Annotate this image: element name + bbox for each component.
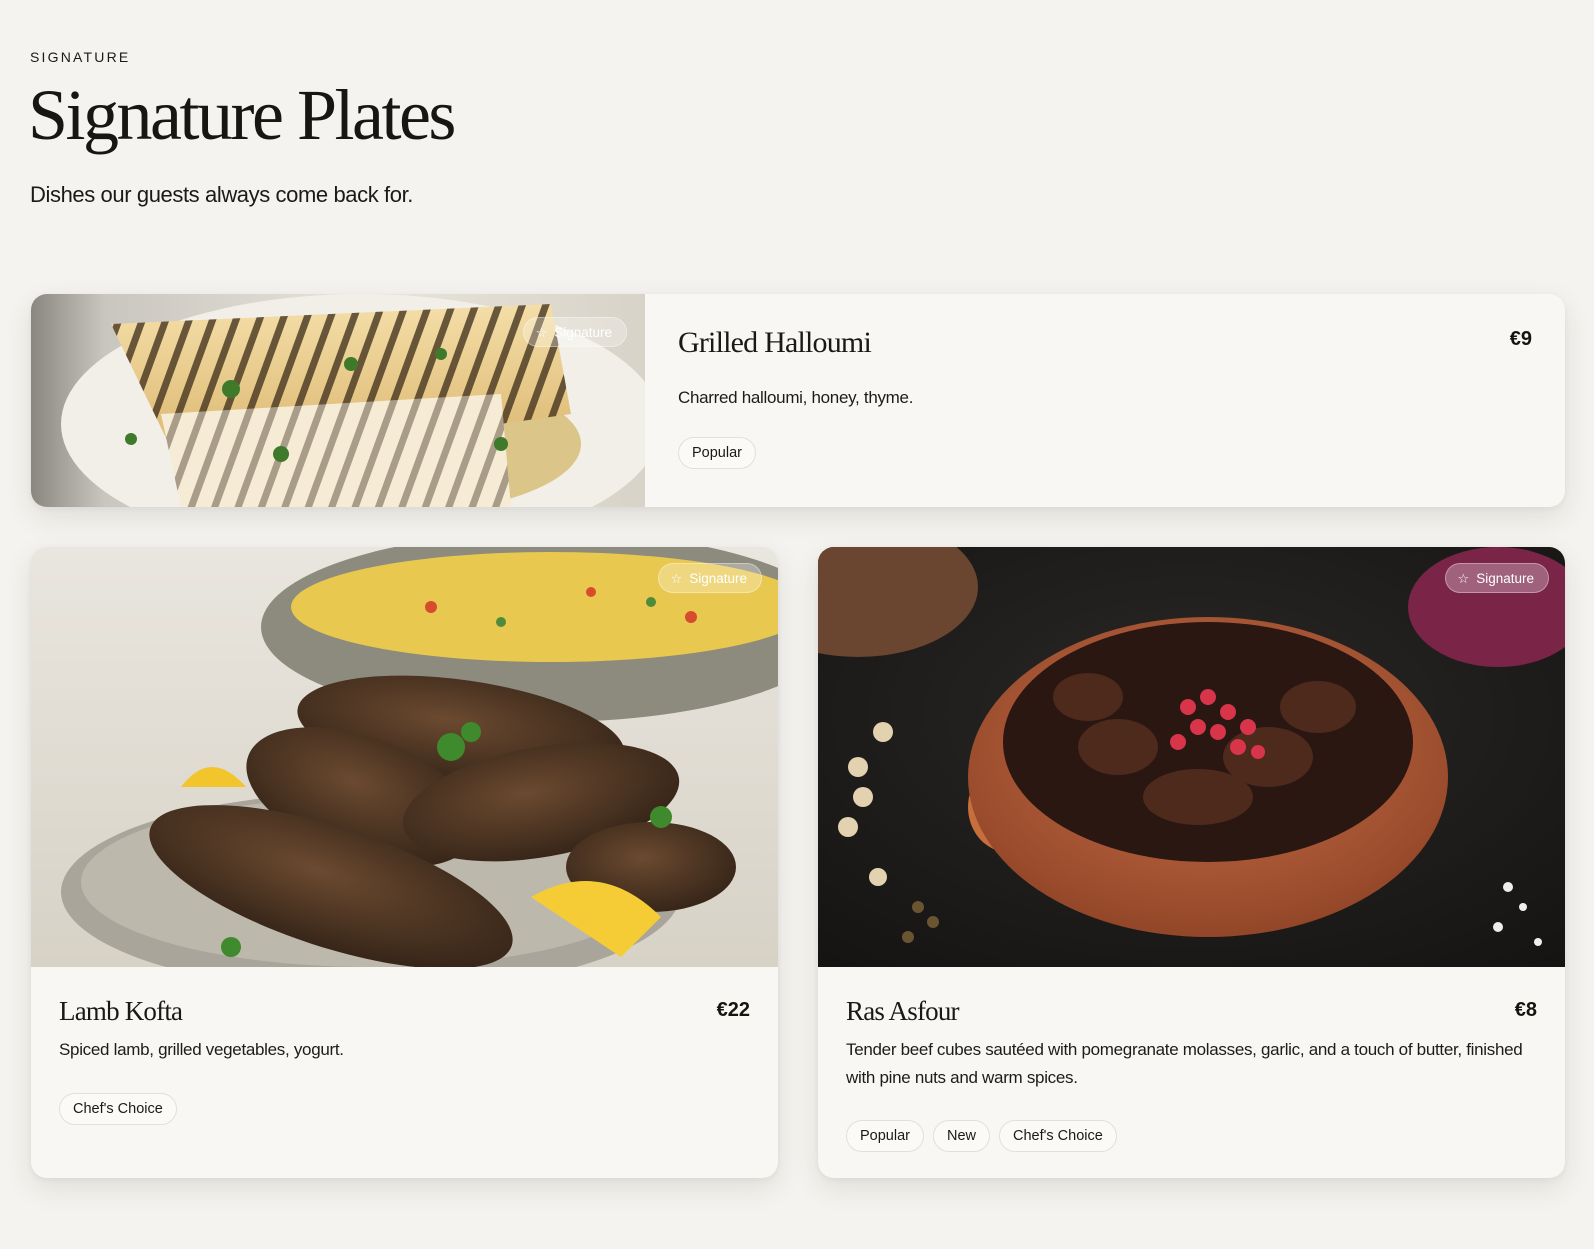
dish-tags: Popular [678, 437, 756, 469]
page-title: Signature Plates [28, 75, 456, 155]
dish-photo-ras-asfour: ☆ Signature [818, 547, 1565, 967]
star-outline-icon: ☆ [1457, 570, 1470, 586]
badge-label: Signature [1476, 570, 1534, 586]
tag-chip: Popular [678, 437, 756, 469]
dish-name: Lamb Kofta [59, 996, 183, 1026]
tag-chip: Chef's Choice [999, 1120, 1117, 1152]
signature-badge: ☆ Signature [657, 563, 762, 593]
section-eyebrow: SIGNATURE [30, 49, 131, 65]
dish-price: €9 [1509, 328, 1532, 350]
signature-badge: ☆ Signature [522, 317, 627, 347]
signature-plates-page: SIGNATURE Signature Plates Dishes our gu… [0, 0, 1594, 1249]
dish-description: Spiced lamb, grilled vegetables, yogurt. [59, 1040, 344, 1059]
dish-price: €8 [1514, 999, 1537, 1021]
ras-asfour-photo-illustration [818, 547, 1565, 967]
dish-description: Tender beef cubes sautéed with pomegrana… [846, 1040, 1523, 1087]
tag-chip: Chef's Choice [59, 1093, 177, 1125]
kofta-photo-illustration [31, 547, 778, 967]
dish-photo-lamb-kofta: ☆ Signature [31, 547, 778, 967]
badge-label: Signature [689, 570, 747, 586]
dish-photo-grilled-halloumi: ☆ Signature [31, 294, 645, 507]
dish-tags: Chef's Choice [59, 1093, 177, 1125]
dish-card-grilled-halloumi[interactable]: ☆ Signature Grilled Halloumi €9 Charred … [31, 294, 1565, 507]
signature-badge: ☆ Signature [1444, 563, 1549, 593]
dish-card-ras-asfour[interactable]: ☆ Signature Ras Asfour €8 Tender beef cu… [818, 547, 1565, 1178]
dish-tags: Popular New Chef's Choice [846, 1120, 1117, 1152]
star-outline-icon: ☆ [535, 324, 548, 340]
star-outline-icon: ☆ [670, 570, 683, 586]
page-subtitle: Dishes our guests always come back for. [30, 182, 414, 207]
dish-price: €22 [716, 999, 750, 1021]
tag-chip: New [932, 1120, 990, 1152]
badge-label: Signature [554, 324, 612, 340]
dish-name: Grilled Halloumi [678, 326, 872, 359]
tag-chip: Popular [846, 1120, 924, 1152]
dish-name: Ras Asfour [846, 996, 960, 1026]
dish-description: Charred halloumi, honey, thyme. [678, 388, 914, 407]
dish-card-lamb-kofta[interactable]: ☆ Signature Lamb Kofta €22 Spiced lamb, … [31, 547, 778, 1178]
